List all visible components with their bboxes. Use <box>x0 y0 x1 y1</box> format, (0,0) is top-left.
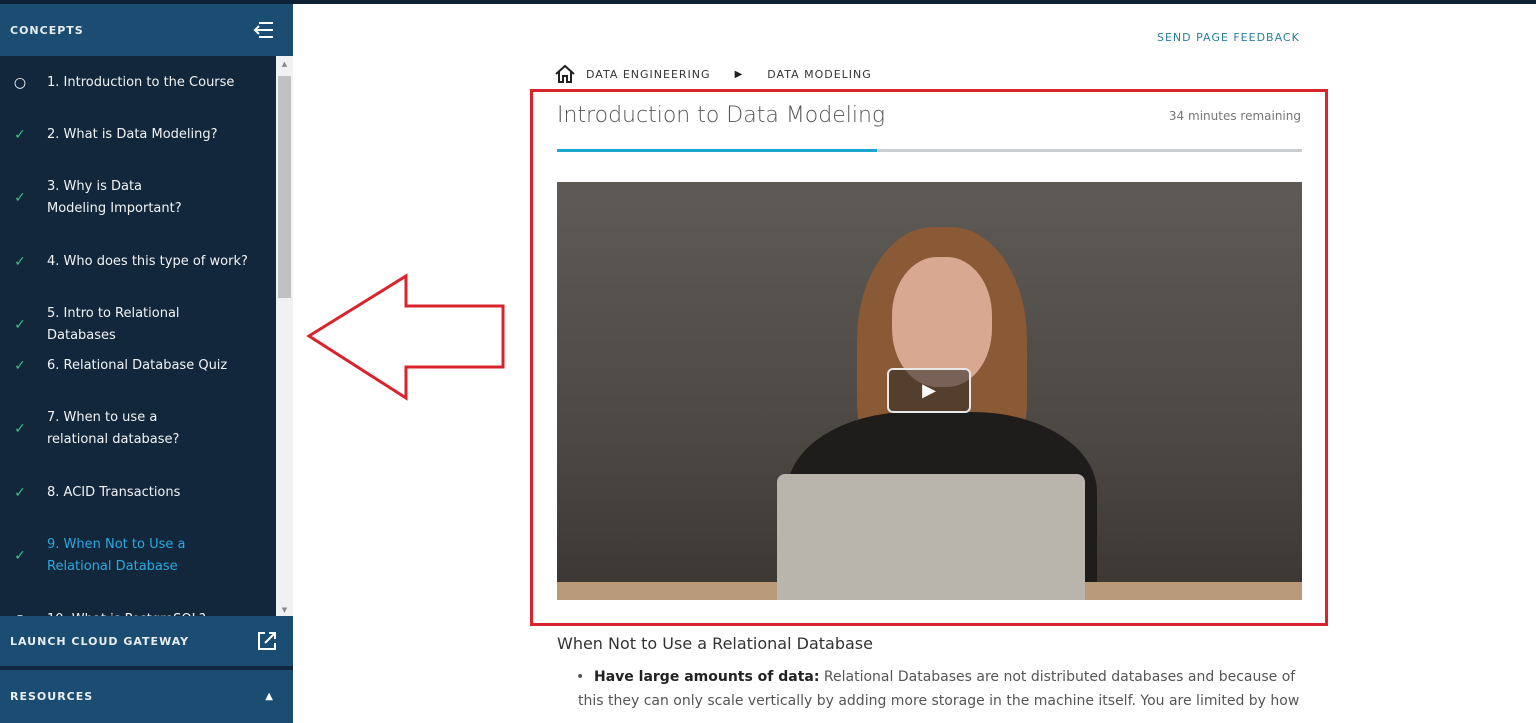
concept-label: 6. Relational Database Quiz <box>47 358 228 373</box>
concept-label: 7. When to use a relational database? <box>47 410 180 447</box>
chevron-up-icon: ▲ <box>265 691 273 702</box>
concept-item[interactable]: ✓ 4. Who does this type of work? <box>0 251 276 273</box>
concept-item-active[interactable]: ✓ 9. When Not to Use a Relational Databa… <box>0 534 276 578</box>
scroll-up-icon[interactable]: ▲ <box>276 60 293 68</box>
check-icon: ✓ <box>14 317 26 333</box>
sidebar-header: CONCEPTS <box>0 4 293 56</box>
concept-item[interactable]: ✓ 8. ACID Transactions <box>0 482 276 504</box>
concept-item[interactable]: ✓ 5. Intro to Relational Databases <box>0 303 276 347</box>
lesson-progress-bar <box>557 149 1302 152</box>
concept-label: 4. Who does this type of work? <box>47 254 248 269</box>
concept-label: 3. Why is Data Modeling Important? <box>47 179 182 216</box>
home-icon[interactable] <box>554 64 576 84</box>
concept-item[interactable]: ○ 10. What is PostgreSQL? <box>0 609 276 616</box>
check-icon: ✓ <box>14 485 26 501</box>
concept-label: 5. Intro to Relational Databases <box>47 306 180 343</box>
time-remaining: 34 minutes remaining <box>1168 109 1301 123</box>
concept-label: 10. What is PostgreSQL? <box>40 609 250 616</box>
breadcrumb-item[interactable]: DATA ENGINEERING <box>586 68 711 81</box>
check-icon: ✓ <box>14 127 26 143</box>
progress-fill <box>557 149 878 152</box>
resources-label: RESOURCES <box>10 690 94 703</box>
concept-item[interactable]: ✓ 3. Why is Data Modeling Important? <box>0 176 276 220</box>
breadcrumb-item[interactable]: DATA MODELING <box>767 68 872 81</box>
content-bullet: • Have large amounts of data: Relational… <box>576 665 1308 713</box>
concept-list: ○ 1. Introduction to the Course ✓ 2. Wha… <box>0 56 276 616</box>
sidebar: CONCEPTS ○ 1. Introduction to the Course… <box>0 4 293 723</box>
resources-toggle[interactable]: RESOURCES ▲ <box>0 670 293 723</box>
concept-label: 9. When Not to Use a Relational Database <box>47 537 186 574</box>
concept-label: 8. ACID Transactions <box>47 485 181 500</box>
video-frame-laptop <box>777 474 1085 600</box>
lesson-title: Introduction to Data Modeling <box>557 103 886 128</box>
breadcrumb: DATA ENGINEERING ▶ DATA MODELING <box>554 64 872 84</box>
concept-item[interactable]: ✓ 6. Relational Database Quiz <box>0 355 276 377</box>
external-link-icon <box>258 632 276 650</box>
check-icon: ✓ <box>14 548 26 564</box>
send-feedback-link[interactable]: SEND PAGE FEEDBACK <box>1157 31 1300 44</box>
concept-item[interactable]: ✓ 7. When to use a relational database? <box>0 407 276 451</box>
check-icon: ✓ <box>14 358 26 374</box>
collapse-sidebar-icon[interactable] <box>253 21 275 39</box>
check-icon: ✓ <box>14 254 26 270</box>
scroll-down-icon[interactable]: ▼ <box>276 606 293 614</box>
play-icon: ▶ <box>922 380 936 401</box>
play-button[interactable]: ▶ <box>887 368 971 413</box>
section-heading: When Not to Use a Relational Database <box>557 634 873 653</box>
launch-label: LAUNCH CLOUD GATEWAY <box>10 634 190 648</box>
breadcrumb-separator-icon: ▶ <box>734 68 744 80</box>
concept-item[interactable]: ○ 1. Introduction to the Course <box>0 72 276 94</box>
bullet-bold: Have large amounts of data: <box>594 669 820 685</box>
bullet-dot: • <box>576 669 585 685</box>
concept-item[interactable]: ✓ 2. What is Data Modeling? <box>0 124 276 146</box>
not-started-circle-icon: ○ <box>13 75 27 91</box>
check-icon: ✓ <box>14 421 26 437</box>
sidebar-title: CONCEPTS <box>10 23 84 37</box>
launch-cloud-gateway-button[interactable]: LAUNCH CLOUD GATEWAY <box>0 616 293 668</box>
check-icon: ✓ <box>14 190 26 206</box>
sidebar-scrollbar[interactable]: ▲ ▼ <box>276 56 293 616</box>
concept-label: 1. Introduction to the Course <box>47 75 235 90</box>
annotation-arrow-left-icon <box>306 273 505 401</box>
concept-label: 2. What is Data Modeling? <box>47 127 218 142</box>
video-player[interactable]: ▶ <box>557 182 1302 600</box>
scrollbar-thumb[interactable] <box>278 76 291 298</box>
